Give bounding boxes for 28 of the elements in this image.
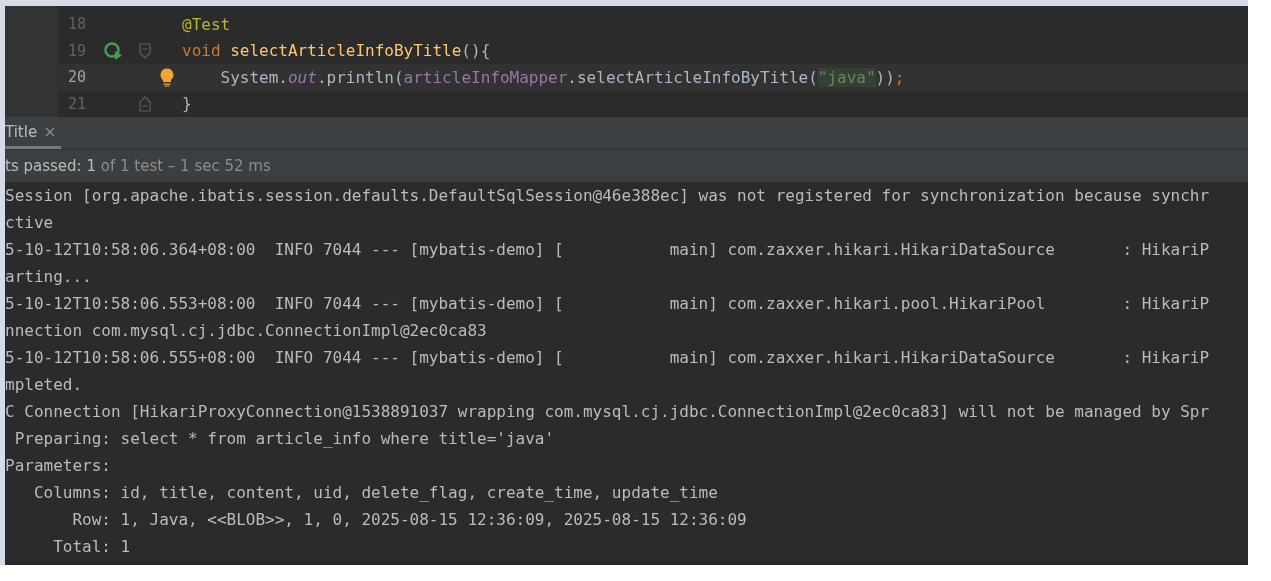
console-line: mpleted.	[5, 374, 83, 396]
console-line: nnection com.mysql.cj.jdbc.ConnectionImpl@2ec0ca83	[5, 320, 487, 342]
lightbulb-icon[interactable]	[160, 67, 174, 87]
console-line: 5-10-12T10:58:06.553+08:00 INFO 7044 --- [mybatis-demo] [ main] com.zaxxer.hikari.pool.HikariPool : HikariP	[5, 293, 1210, 315]
console-line: ctive	[5, 212, 54, 234]
fold-marker-icon[interactable]	[139, 95, 151, 112]
console-line: Total: 1	[52, 536, 131, 558]
code-line: }	[182, 94, 192, 114]
line-number: 19	[67, 41, 88, 60]
code-line: System.out.println(articleInfoMapper.selectArticleInfoByTitle("java"));	[219, 67, 905, 87]
console-line: Columns: id, title, content, uid, delete_flag, create_time, update_time	[32, 482, 718, 504]
console-line: arting...	[5, 266, 92, 288]
console-line: Preparing: select * from article_info where title='java'	[13, 428, 555, 450]
line-number: 21	[67, 94, 88, 113]
console-line: 5-10-12T10:58:06.364+08:00 INFO 7044 --- [mybatis-demo] [ main] com.zaxxer.hikari.HikariDataSource : HikariP	[5, 239, 1210, 261]
code-line: void selectArticleInfoByTitle(){	[182, 41, 491, 61]
close-icon[interactable]	[45, 126, 56, 137]
console-line: 5-10-12T10:58:06.555+08:00 INFO 7044 --- [mybatis-demo] [ main] com.zaxxer.hikari.HikariDataSource : HikariP	[5, 347, 1210, 369]
console-line: Row: 1, Java, <<BLOB>>, 1, 0, 2025-08-15 12:36:09, 2025-08-15 12:36:09	[71, 509, 747, 531]
line-number: 18	[67, 15, 88, 34]
test-status-text: ts passed: 1 of 1 test – 1 sec 52 ms	[5, 150, 1248, 182]
console-line: Session [org.apache.ibatis.session.defaults.DefaultSqlSession@46e388ec] was not registered for synchronization because synchr	[5, 185, 1210, 207]
console-line: C Connection [HikariProxyConnection@1538891037 wrapping com.mysql.cj.jdbc.ConnectionImpl@2ec0ca83] will not be managed by Spr	[5, 401, 1210, 423]
code-line: @Test	[182, 14, 231, 34]
fold-marker-icon[interactable]	[139, 42, 151, 59]
console-line: Parameters:	[5, 455, 112, 477]
line-number: 20	[67, 68, 88, 87]
run-test-icon[interactable]	[104, 41, 124, 60]
